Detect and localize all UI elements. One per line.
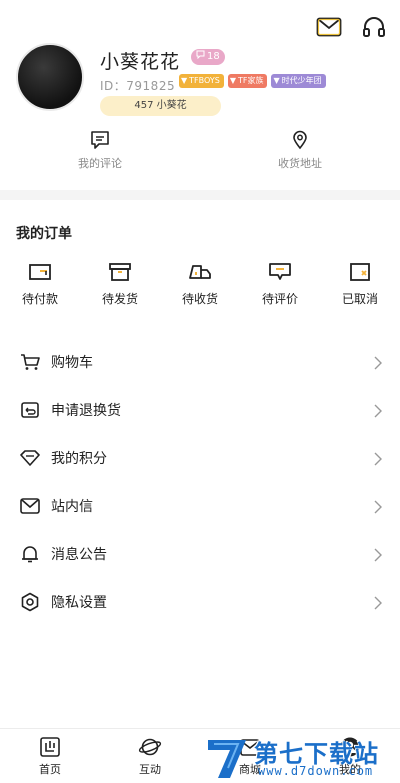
order-pending-shipment[interactable]: 待发货	[80, 262, 160, 307]
truck-icon	[160, 262, 240, 282]
order-pending-receipt[interactable]: 待收货	[160, 262, 240, 307]
my-comments-label: 我的评论	[78, 157, 122, 170]
quick-links: 我的评论 收货地址	[0, 130, 400, 174]
order-pending-payment-label: 待付款	[21, 292, 58, 306]
menu-item-cart[interactable]: 购物车	[0, 338, 400, 386]
box-icon	[80, 262, 160, 282]
order-pending-review[interactable]: 待评价	[240, 262, 320, 307]
review-icon	[240, 262, 320, 282]
menu-item-privacy[interactable]: 隐私设置	[0, 578, 400, 626]
location-icon	[250, 130, 350, 150]
order-cancelled[interactable]: 已取消	[320, 262, 400, 307]
v-badge-icon: ▼	[229, 76, 236, 85]
shipping-address-link[interactable]: 收货地址	[250, 130, 350, 171]
level-value: 18	[207, 51, 220, 62]
tab-interaction-label: 互动	[139, 763, 161, 776]
avatar[interactable]	[16, 43, 84, 111]
home-icon	[0, 736, 100, 758]
menu-item-privacy-label: 隐私设置	[51, 595, 107, 611]
tab-home[interactable]: 首页	[0, 729, 100, 783]
order-pending-shipment-label: 待发货	[101, 292, 138, 306]
menu-item-announcements-label: 消息公告	[51, 547, 107, 563]
chevron-right-icon	[374, 403, 382, 422]
tag-tfboys[interactable]: ▼ TFBOYS	[179, 74, 224, 88]
order-pending-payment[interactable]: 待付款	[0, 262, 80, 307]
user-id: ID：791825	[100, 79, 176, 93]
comment-icon	[50, 130, 150, 150]
tag-tf-family[interactable]: ▼ TF家族	[227, 74, 268, 88]
mail-icon	[20, 496, 40, 516]
shipping-address-label: 收货地址	[278, 157, 322, 170]
menu-item-returns[interactable]: 申请退换货	[0, 386, 400, 434]
fans-pill[interactable]: 457 小葵花	[100, 96, 221, 116]
order-cancelled-label: 已取消	[341, 292, 378, 306]
chevron-right-icon	[374, 547, 382, 566]
chevron-right-icon	[374, 595, 382, 614]
return-icon	[20, 400, 40, 420]
chevron-right-icon	[374, 451, 382, 470]
nickname: 小葵花花	[100, 51, 181, 73]
menu-item-inbox-label: 站内信	[51, 499, 93, 515]
tag-tnt[interactable]: ▼ 时代少年团	[271, 74, 326, 88]
level-badge: 18	[191, 49, 225, 65]
menu-item-cart-label: 购物车	[51, 355, 93, 371]
top-actions	[316, 16, 386, 38]
chat-bubble-icon	[196, 49, 205, 65]
menu-item-points-label: 我的积分	[51, 451, 107, 467]
wallet-icon	[0, 262, 80, 282]
fan-tags: ▼ TFBOYS ▼ TF家族 ▼ 时代少年团	[179, 74, 326, 88]
chevron-right-icon	[374, 499, 382, 518]
orders-title: 我的订单	[16, 226, 72, 242]
headset-icon[interactable]	[362, 16, 386, 38]
chevron-right-icon	[374, 355, 382, 374]
section-divider	[0, 190, 400, 200]
tab-home-label: 首页	[39, 763, 61, 776]
site-watermark: 第七下载站 www.d7down.com	[204, 732, 400, 783]
diamond-icon	[20, 448, 40, 468]
watermark-logo-icon	[204, 732, 250, 783]
planet-icon	[100, 736, 200, 758]
v-badge-icon: ▼	[273, 76, 280, 85]
cancelled-icon	[320, 262, 400, 282]
order-pending-receipt-label: 待收货	[181, 292, 218, 306]
v-badge-icon: ▼	[181, 76, 188, 85]
order-pending-review-label: 待评价	[261, 292, 298, 306]
my-comments-link[interactable]: 我的评论	[50, 130, 150, 171]
bell-icon	[20, 544, 40, 564]
tab-interaction[interactable]: 互动	[100, 729, 200, 783]
mail-icon[interactable]	[316, 17, 342, 37]
menu-item-returns-label: 申请退换货	[51, 403, 121, 419]
menu-item-announcements[interactable]: 消息公告	[0, 530, 400, 578]
menu-item-points[interactable]: 我的积分	[0, 434, 400, 482]
cart-icon	[20, 352, 40, 372]
settings-menu: 购物车 申请退换货 我的积分 站内信 消息公告 隐私设置	[0, 338, 400, 626]
settings-icon	[20, 592, 40, 612]
menu-item-inbox[interactable]: 站内信	[0, 482, 400, 530]
order-status-row: 待付款 待发货 待收货 待评价 已取消	[0, 262, 400, 307]
watermark-url: www.d7down.com	[258, 764, 374, 778]
